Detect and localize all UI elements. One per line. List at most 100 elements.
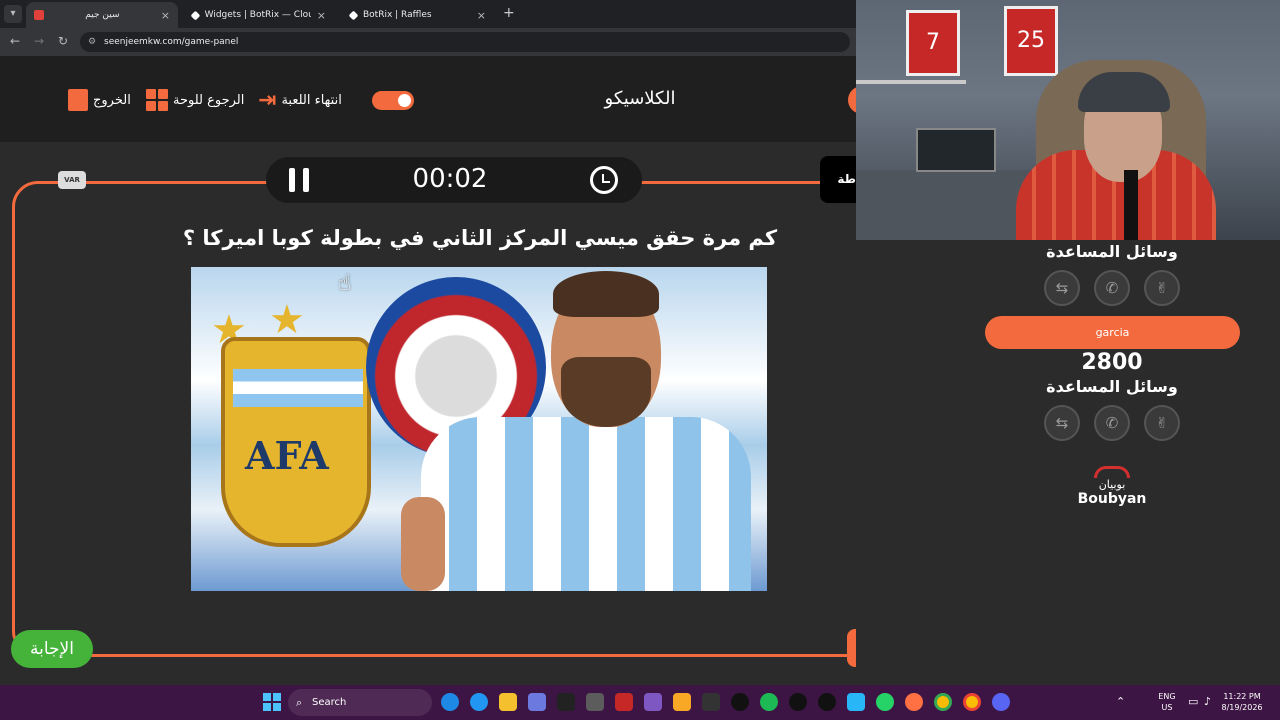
search-icon: ⌕ xyxy=(296,696,303,709)
app-icon[interactable] xyxy=(528,693,546,711)
chrome-icon[interactable] xyxy=(934,693,952,711)
app-icon[interactable] xyxy=(818,693,836,711)
spotify-icon[interactable] xyxy=(760,693,778,711)
app-icon[interactable] xyxy=(644,693,662,711)
date: 8/19/2026 xyxy=(1221,703,1263,712)
aids-title: وسائل المساعدة xyxy=(1046,377,1178,396)
app-icon[interactable] xyxy=(731,693,749,711)
monitor xyxy=(916,128,996,172)
app-icon[interactable] xyxy=(702,693,720,711)
player-shirt xyxy=(421,417,751,591)
answer-button[interactable]: الإجابة xyxy=(11,630,93,668)
taskbar: ⌕ Search ⌃ ENG US ▭ ♪ 11:22 PM 8/19/2026 xyxy=(0,685,1280,720)
tab-label: سين جيم xyxy=(85,10,120,20)
board-grid-icon xyxy=(146,89,168,111)
lang-top: ENG xyxy=(1158,692,1176,701)
tab-search-button[interactable]: ▾ xyxy=(4,5,22,23)
site-info-icon[interactable]: ⚙ xyxy=(88,32,96,52)
app-icon[interactable] xyxy=(905,693,923,711)
language-indicator[interactable]: ENG US xyxy=(1152,691,1182,713)
reset-timer-icon[interactable] xyxy=(590,166,618,194)
address-bar-row: ← → ↻ ⚙ seenjeemkw.com/game-panel xyxy=(0,28,856,56)
door-exit-icon xyxy=(68,89,88,111)
sponsor-english: Boubyan xyxy=(1077,491,1147,507)
reload-icon[interactable]: ↻ xyxy=(58,34,68,48)
app-icon[interactable] xyxy=(847,693,865,711)
right-panel xyxy=(856,240,1280,685)
end-game-toggle[interactable] xyxy=(372,91,414,110)
sponsor-logo: بوبيان Boubyan xyxy=(1070,466,1154,507)
site-favicon-icon xyxy=(34,10,44,20)
discord-icon[interactable] xyxy=(992,693,1010,711)
back-to-board-label: الرجوع للوحة xyxy=(173,92,245,108)
exit-arrow-icon: ⇥ xyxy=(258,87,277,113)
side-tab[interactable]: طة xyxy=(820,156,860,203)
volume-icon[interactable]: ♪ xyxy=(1204,695,1211,708)
hand-cursor-icon: ☝ xyxy=(338,271,352,296)
time: 11:22 PM xyxy=(1223,692,1261,701)
edge-icon[interactable] xyxy=(441,693,459,711)
browser-tab[interactable]: BotRix | Raffles × xyxy=(342,2,494,28)
crest-text: AFA xyxy=(245,433,329,478)
new-tab-button[interactable]: + xyxy=(503,5,515,21)
network-icon[interactable]: ▭ xyxy=(1188,695,1198,708)
chevron-up-icon[interactable]: ⌃ xyxy=(1116,695,1125,708)
browser-tab[interactable]: Widgets | BotRix — Cloud Strea × xyxy=(184,2,334,28)
webcam-feed: 7 25 xyxy=(856,0,1280,240)
close-tab-icon[interactable]: × xyxy=(161,9,170,22)
swap-icon[interactable]: ⇆ xyxy=(1044,270,1080,306)
url-text: seenjeemkw.com/game-panel xyxy=(104,37,239,47)
streamer-cap xyxy=(1078,72,1170,112)
windows-start-icon[interactable] xyxy=(263,693,281,711)
exit-button[interactable]: الخروج xyxy=(68,88,131,112)
end-game-button[interactable]: انتهاء اللعبة ⇥ xyxy=(258,87,342,113)
tab-label: Widgets | BotRix — Cloud Strea xyxy=(204,10,311,20)
whatsapp-icon[interactable] xyxy=(876,693,894,711)
microphone xyxy=(1124,170,1138,240)
game-title: الكلاسيكو xyxy=(604,88,676,109)
chatgpt-icon[interactable] xyxy=(789,693,807,711)
close-tab-icon[interactable]: × xyxy=(317,9,326,22)
back-arrow-icon[interactable]: ← xyxy=(10,34,20,48)
swap-icon[interactable]: ⇆ xyxy=(1044,405,1080,441)
app-icon[interactable] xyxy=(586,693,604,711)
framed-jersey: 7 xyxy=(906,10,960,76)
framed-jersey: 25 xyxy=(1004,6,1058,76)
question-text: كم مرة حقق ميسي المركز الثاني في بطولة ك… xyxy=(182,226,778,250)
timer-display: 00:02 xyxy=(412,164,488,194)
app-icon[interactable] xyxy=(673,693,691,711)
two-fingers-icon[interactable]: ✌ xyxy=(1144,270,1180,306)
afa-crest: AFA xyxy=(221,337,371,547)
url-field[interactable]: ⚙ seenjeemkw.com/game-panel xyxy=(80,32,850,52)
browser-tab-active[interactable]: سين جيم × xyxy=(26,2,178,28)
end-game-label: انتهاء اللعبة xyxy=(281,92,342,108)
tab-label: BotRix | Raffles xyxy=(363,10,432,20)
app-icon[interactable] xyxy=(557,693,575,711)
pause-icon[interactable] xyxy=(289,168,309,192)
phone-icon[interactable]: ✆ xyxy=(1094,405,1130,441)
chrome-icon[interactable] xyxy=(963,693,981,711)
browser-tab-bar: ▾ سين جيم × Widgets | BotRix — Cloud Str… xyxy=(0,0,856,28)
shelf xyxy=(856,80,966,84)
boubyan-arc-icon xyxy=(1094,466,1130,478)
aids-title: وسائل المساعدة xyxy=(1046,242,1178,261)
var-button[interactable]: VAR xyxy=(58,171,86,189)
botrix-favicon-icon xyxy=(348,10,359,20)
clock[interactable]: 11:22 PM 8/19/2026 xyxy=(1216,691,1268,713)
file-explorer-icon[interactable] xyxy=(499,693,517,711)
forward-arrow-icon[interactable]: → xyxy=(34,34,44,48)
exit-label: الخروج xyxy=(93,92,131,108)
back-to-board-button[interactable]: الرجوع للوحة xyxy=(146,88,244,112)
close-tab-icon[interactable]: × xyxy=(477,9,486,22)
two-fingers-icon[interactable]: ✌ xyxy=(1144,405,1180,441)
team-name-bar[interactable]: garcia xyxy=(985,316,1240,349)
phone-icon[interactable]: ✆ xyxy=(1094,270,1130,306)
app-icon[interactable] xyxy=(615,693,633,711)
sponsor-arabic: بوبيان xyxy=(1098,478,1126,491)
taskbar-search[interactable]: ⌕ Search xyxy=(288,689,432,716)
question-image: ★ ★ AFA xyxy=(191,267,767,591)
botrix-favicon-icon xyxy=(190,10,201,20)
app-icon[interactable] xyxy=(470,693,488,711)
lang-bottom: US xyxy=(1161,703,1173,712)
thumbs-up-hand xyxy=(401,497,445,591)
